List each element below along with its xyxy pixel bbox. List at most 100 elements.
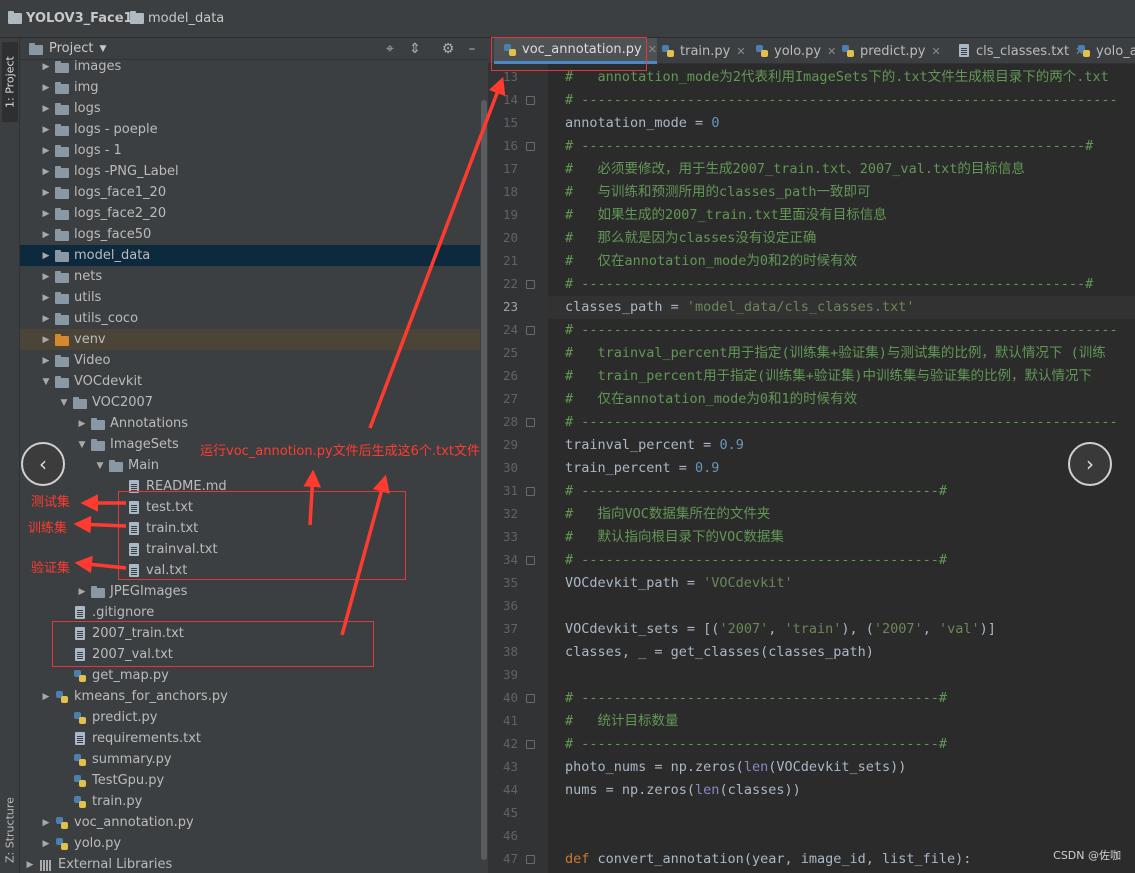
expanded-arrow-icon[interactable]: ▼ xyxy=(58,398,70,408)
project-scrollbar[interactable] xyxy=(480,60,488,873)
tree-item[interactable]: ▶ Video xyxy=(20,350,488,371)
collapsed-arrow-icon[interactable]: ▶ xyxy=(40,293,52,303)
collapsed-arrow-icon[interactable]: ▶ xyxy=(24,860,36,870)
tree-item-label: .gitignore xyxy=(92,605,155,620)
project-tool-tab[interactable]: 1: Project xyxy=(2,42,18,122)
folder-icon xyxy=(54,270,70,284)
fold-marker-icon[interactable] xyxy=(526,280,535,289)
tree-item[interactable]: ▶ logs_face2_20 xyxy=(20,203,488,224)
code-token: # 指向VOC数据集所在的文件夹 xyxy=(565,506,771,522)
fold-marker-icon[interactable] xyxy=(526,326,535,335)
code-token: )] xyxy=(979,621,996,637)
expanded-arrow-icon[interactable]: ▼ xyxy=(94,461,106,471)
collapsed-arrow-icon[interactable]: ▶ xyxy=(76,419,88,429)
tree-item[interactable]: summary.py xyxy=(20,749,488,770)
tree-item[interactable]: ▶ utils_coco xyxy=(20,308,488,329)
tree-item-label: Main xyxy=(128,458,160,473)
text-file-icon xyxy=(956,44,972,58)
code-editor[interactable]: # annotation_mode为2代表利用ImageSets下的.txt文件… xyxy=(548,64,1135,873)
scrollbar-thumb[interactable] xyxy=(481,100,487,860)
editor-tab[interactable]: predict.py ✕ xyxy=(832,38,941,64)
gear-icon[interactable]: ⚙ xyxy=(439,40,457,58)
tree-item[interactable]: ▶ nets xyxy=(20,266,488,287)
previous-arrow-button[interactable]: ‹ xyxy=(21,442,65,486)
code-line: # trainval_percent用于指定(训练集+验证集)与测试集的比例，默… xyxy=(565,342,1106,365)
close-icon[interactable]: ✕ xyxy=(736,45,745,58)
tree-item[interactable]: ▶ logs -PNG_Label xyxy=(20,161,488,182)
code-token: 'VOCdevkit' xyxy=(703,575,793,591)
fold-marker-icon[interactable] xyxy=(526,142,535,151)
fold-marker-icon[interactable] xyxy=(526,556,535,565)
collapsed-arrow-icon[interactable]: ▶ xyxy=(40,146,52,156)
collapsed-arrow-icon[interactable]: ▶ xyxy=(76,587,88,597)
collapsed-arrow-icon[interactable]: ▶ xyxy=(40,188,52,198)
tree-item[interactable]: ▶ logs_face1_20 xyxy=(20,182,488,203)
tree-item-label: summary.py xyxy=(92,752,172,767)
tree-item[interactable]: ▶ voc_annotation.py xyxy=(20,812,488,833)
tree-item-label: logs - 1 xyxy=(74,143,122,158)
collapsed-arrow-icon[interactable]: ▶ xyxy=(40,230,52,240)
tree-item[interactable]: requirements.txt xyxy=(20,728,488,749)
locate-icon[interactable]: ⌖ xyxy=(381,40,399,58)
tree-item[interactable]: train.py xyxy=(20,791,488,812)
editor-tab[interactable]: yolo.py ✕ xyxy=(746,38,836,64)
close-icon[interactable]: ✕ xyxy=(932,45,941,58)
collapsed-arrow-icon[interactable]: ▶ xyxy=(40,62,52,72)
python-file-icon xyxy=(54,816,70,830)
tree-item[interactable]: ▶ img xyxy=(20,77,488,98)
tree-item[interactable]: ▶ External Libraries xyxy=(20,854,488,873)
structure-tool-tab[interactable]: Z: Structure xyxy=(2,788,18,872)
next-arrow-button[interactable]: › xyxy=(1068,442,1112,486)
tree-item[interactable]: ▶ logs - poeple xyxy=(20,119,488,140)
collapsed-arrow-icon[interactable]: ▶ xyxy=(40,104,52,114)
fold-marker-icon[interactable] xyxy=(526,487,535,496)
tree-item[interactable]: ▶ logs - 1 xyxy=(20,140,488,161)
tree-item[interactable]: ▼ VOC2007 xyxy=(20,392,488,413)
tree-item[interactable]: ▶ logs_face50 xyxy=(20,224,488,245)
fold-marker-icon[interactable] xyxy=(526,855,535,864)
tree-item[interactable]: TestGpu.py xyxy=(20,770,488,791)
collapsed-arrow-icon[interactable]: ▶ xyxy=(40,314,52,324)
tree-item[interactable]: ▶ yolo.py xyxy=(20,833,488,854)
editor-tab[interactable]: yolo_an xyxy=(1068,38,1135,64)
collapsed-arrow-icon[interactable]: ▶ xyxy=(40,83,52,93)
fold-marker-icon[interactable] xyxy=(526,96,535,105)
tree-item-label: ImageSets xyxy=(110,437,179,452)
collapsed-arrow-icon[interactable]: ▶ xyxy=(40,356,52,366)
tree-item[interactable]: ▼ VOCdevkit xyxy=(20,371,488,392)
collapsed-arrow-icon[interactable]: ▶ xyxy=(40,167,52,177)
fold-marker-icon[interactable] xyxy=(526,740,535,749)
collapse-all-icon[interactable]: ⇕ xyxy=(406,40,424,58)
breadcrumb-folder[interactable]: model_data xyxy=(130,11,224,26)
collapsed-arrow-icon[interactable]: ▶ xyxy=(40,209,52,219)
editor-tab[interactable]: cls_classes.txt ✕ xyxy=(948,38,1084,64)
tree-item[interactable]: ▶ logs xyxy=(20,98,488,119)
editor-tab[interactable]: train.py ✕ xyxy=(652,38,746,64)
tree-item[interactable]: ▶ utils xyxy=(20,287,488,308)
fold-marker-icon[interactable] xyxy=(526,694,535,703)
collapsed-arrow-icon[interactable]: ▶ xyxy=(40,272,52,282)
tree-item[interactable]: predict.py xyxy=(20,707,488,728)
code-token: # --------------------------------------… xyxy=(565,276,1094,292)
tree-item[interactable]: get_map.py xyxy=(20,665,488,686)
tree-item[interactable]: ▶ images xyxy=(20,60,488,77)
breadcrumb-project[interactable]: YOLOV3_Face1 xyxy=(8,11,133,26)
collapsed-arrow-icon[interactable]: ▶ xyxy=(40,251,52,261)
tree-item[interactable]: ▶ JPEGImages xyxy=(20,581,488,602)
tree-item[interactable]: ▶ kmeans_for_anchors.py xyxy=(20,686,488,707)
tool-window-strip: 1: Project Z: Structure xyxy=(0,38,20,873)
code-line: annotation_mode = 0 xyxy=(565,112,719,135)
collapsed-arrow-icon[interactable]: ▶ xyxy=(40,335,52,345)
collapsed-arrow-icon[interactable]: ▶ xyxy=(40,125,52,135)
tree-item[interactable]: ▶ model_data xyxy=(20,245,488,266)
expanded-arrow-icon[interactable]: ▼ xyxy=(76,440,88,450)
tree-item[interactable]: ▶ venv xyxy=(20,329,488,350)
fold-marker-icon[interactable] xyxy=(526,418,535,427)
tree-item[interactable]: .gitignore xyxy=(20,602,488,623)
code-line: train_percent = 0.9 xyxy=(565,457,719,480)
hide-icon[interactable]: – xyxy=(463,40,481,58)
tree-item[interactable]: ▶ Annotations xyxy=(20,413,488,434)
project-view-selector[interactable]: Project ▼ xyxy=(28,41,106,56)
library-icon xyxy=(38,858,54,872)
expanded-arrow-icon[interactable]: ▼ xyxy=(40,377,52,387)
